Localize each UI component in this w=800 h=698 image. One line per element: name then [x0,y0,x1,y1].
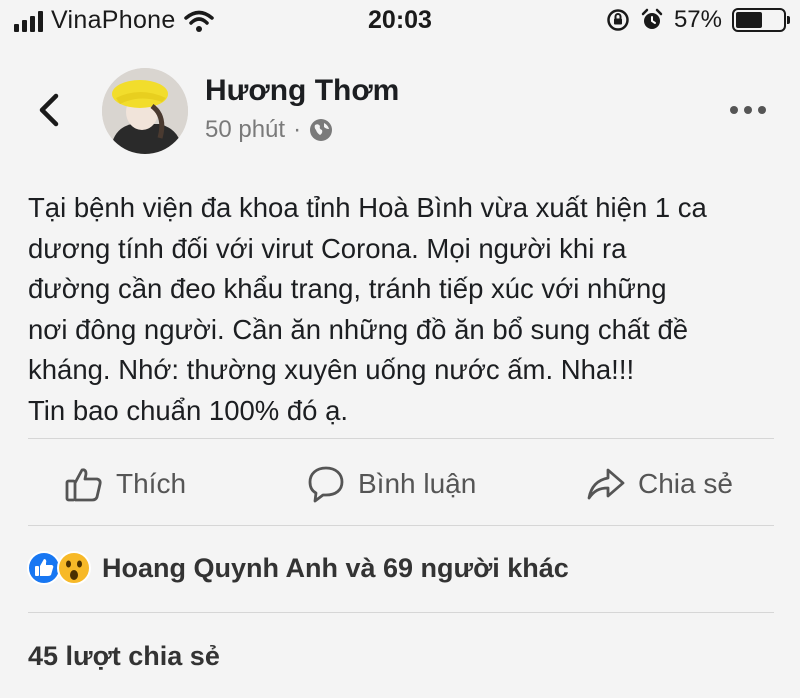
back-arrow-icon[interactable] [30,88,70,132]
rotation-lock-icon [607,9,629,31]
post-text-line: đường cần đeo khẩu trang, tránh tiếp xúc… [28,273,667,304]
reactions-text: Hoang Quynh Anh và 69 người khác [102,552,569,583]
action-bar: Thích Bình luận Chia sẻ [0,456,800,512]
share-count[interactable]: 45 lượt chia sẻ [28,641,220,672]
avatar[interactable] [102,68,188,154]
meta-separator: · [293,116,302,143]
post-meta: 50 phút · [205,116,333,144]
post-text-line: dương tính đối với virut Corona. Mọi ngư… [28,232,627,264]
battery-percent: 57% [673,6,722,33]
post-text-line: kháng. Nhớ: thường xuyên uống nước ấm. N… [28,354,635,385]
divider-bottom [28,612,774,613]
comment-icon [308,466,344,503]
reactions-summary[interactable]: Hoang Quynh Anh và 69 người khác [26,550,569,586]
divider-top [28,438,774,439]
comment-button[interactable]: Bình luận [306,456,476,512]
share-icon [587,468,625,500]
like-label: Thích [116,468,187,499]
status-bar: VinaPhone 20:03 57% [0,0,800,44]
like-button[interactable]: Thích [64,456,186,512]
globe-icon [310,119,333,141]
author-name[interactable]: Hương Thơm [205,74,399,108]
alarm-icon [641,8,663,29]
post-text-line: Tin bao chuẩn 100% đó ạ. [28,394,349,426]
battery-icon [732,8,790,32]
divider-middle [28,525,774,526]
wow-reaction-icon [57,551,91,585]
more-options-icon[interactable] [730,106,766,114]
post-time[interactable]: 50 phút [205,116,285,144]
share-button[interactable]: Chia sẻ [586,456,733,512]
post-text: Tại bệnh viện đa khoa tỉnh Hoà Bình vừa … [28,188,788,431]
comment-label: Bình luận [358,468,477,499]
thumbs-up-icon [65,468,102,502]
share-label: Chia sẻ [638,468,733,499]
post-text-line: Tại bệnh viện đa khoa tỉnh Hoà Bình vừa … [28,192,707,223]
post-text-line: nơi đông người. Cần ăn những đồ ăn bổ su… [28,313,689,345]
